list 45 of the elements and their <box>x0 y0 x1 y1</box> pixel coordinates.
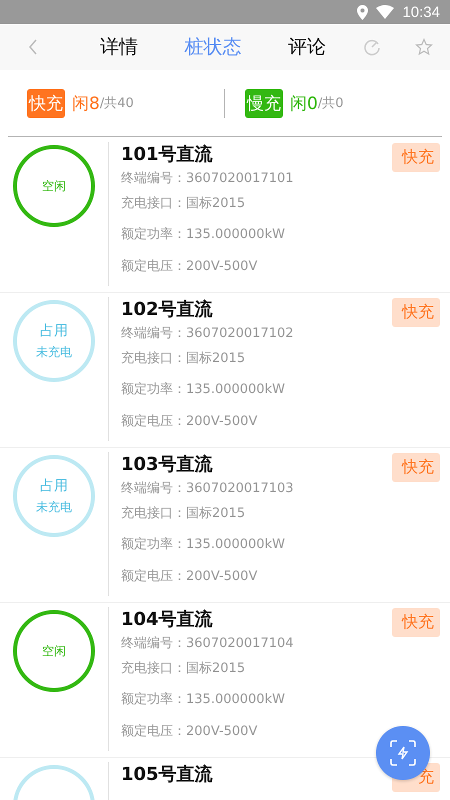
pile-detail: 额定电压：200V-500V <box>121 723 258 741</box>
pile-detail: 额定功率：135.000000kW <box>121 381 286 399</box>
status-label: 占用 <box>40 476 68 494</box>
clock-time: 10:34 <box>402 4 440 20</box>
charge-type-tag: 快充 <box>392 298 440 327</box>
status-label: 空闲 <box>42 642 66 660</box>
tab[interactable]: 评论 <box>260 30 354 64</box>
pile-detail: 额定功率：135.000000kW <box>121 691 286 709</box>
charge-type-tag: 慢充 <box>245 88 283 118</box>
wifi-icon <box>376 5 394 19</box>
status-label: 未充电 <box>36 344 72 360</box>
pile-detail: 充电接口：国标2015 <box>121 195 246 213</box>
charge-type-tag: 快充 <box>392 453 440 482</box>
idle-count: 闲0 <box>290 92 318 114</box>
status-label: 空闲 <box>42 178 66 194</box>
pile-detail: 充电接口：国标2015 <box>121 505 246 523</box>
pile-detail: 额定电压：200V-500V <box>121 413 258 431</box>
total-count: /共40 <box>100 95 134 112</box>
charge-type-tag: 快充 <box>392 143 440 172</box>
pile-detail: 终端编号：3607020017103 <box>121 480 295 498</box>
pile-name: 102号直流 <box>121 298 213 321</box>
pile-name: 105号直流 <box>121 763 213 786</box>
status-label: 占用 <box>40 322 68 340</box>
pile-detail: 终端编号：3607020017104 <box>121 635 295 653</box>
total-count: /共0 <box>318 95 344 112</box>
status-label: 未充电 <box>36 498 72 516</box>
pile-detail: 充电接口：国标2015 <box>121 660 246 678</box>
tab[interactable]: 详情 <box>72 30 166 64</box>
pile-name: 104号直流 <box>121 608 213 631</box>
pile-detail: 额定功率：135.000000kW <box>121 536 286 554</box>
pile-detail: 额定功率：135.000000kW <box>121 226 286 244</box>
pile-detail: 额定电压：200V-500V <box>121 258 258 276</box>
location-icon <box>357 4 368 20</box>
scan-charge-icon <box>390 740 416 766</box>
charge-type-tag: 快充 <box>392 608 440 637</box>
pile-name: 101号直流 <box>121 143 213 166</box>
pile-detail: 终端编号：3607020017101 <box>121 170 295 188</box>
charge-type-tag: 快充 <box>27 88 65 118</box>
star-icon[interactable] <box>415 38 433 56</box>
refresh-icon[interactable] <box>363 38 381 56</box>
pile-detail: 额定电压：200V-500V <box>121 568 258 586</box>
pile-detail: 终端编号：3607020017102 <box>121 325 295 343</box>
pile-name: 103号直流 <box>121 453 213 476</box>
idle-count: 闲8 <box>72 92 100 114</box>
pile-detail: 充电接口：国标2015 <box>121 350 246 368</box>
